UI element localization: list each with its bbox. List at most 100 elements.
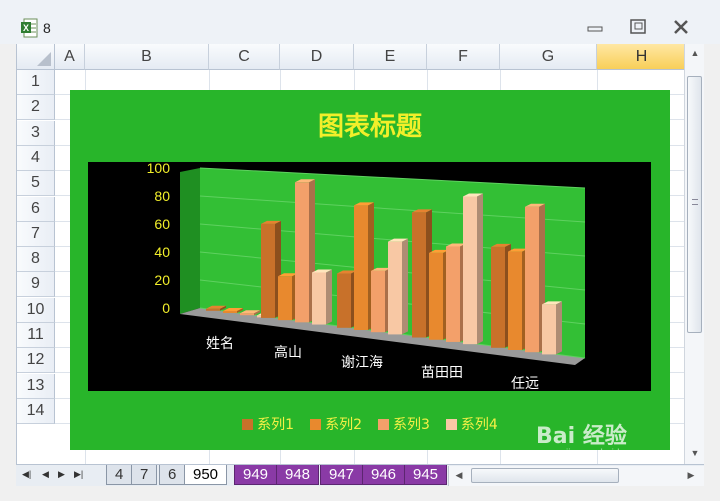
legend-item[interactable]: 系列1 [242,414,294,434]
restore-icon [630,19,646,34]
bar [295,182,309,323]
legend-key [445,418,457,430]
row-header-8[interactable]: 8 [17,247,55,272]
category-label: 谢江海 [341,355,383,371]
title-bar: X 8 [0,0,720,44]
bar [312,272,326,325]
bar-side [326,269,332,325]
bar [388,241,402,335]
last-sheet-icon[interactable]: ▶| [74,469,83,480]
select-all-corner[interactable] [17,44,55,70]
watermark-url: jingyan.baidu.com [566,448,647,459]
bar [491,246,505,348]
column-header-e[interactable]: E [354,44,427,70]
scroll-left-icon[interactable]: ◀ [451,470,467,481]
minimize-button[interactable] [580,16,610,38]
row-header-7[interactable]: 7 [17,222,55,247]
scroll-right-icon[interactable]: ▶ [683,470,699,481]
close-button[interactable] [666,16,696,38]
bar [261,223,275,318]
y-tick-label: 40 [154,244,170,260]
minimize-icon [587,26,603,32]
column-header-f[interactable]: F [427,44,500,70]
bar [429,252,443,340]
scroll-down-icon[interactable]: ▼ [687,448,703,458]
vertical-scrollbar[interactable]: ▲ ▼ [684,44,704,464]
column-header-c[interactable]: C [209,44,280,70]
y-tick-label: 80 [154,188,170,204]
grip-icon [692,199,698,205]
row-header-3[interactable]: 3 [17,121,55,146]
row-header-11[interactable]: 11 [17,323,55,348]
row-header-6[interactable]: 6 [17,197,55,222]
horizontal-scroll-thumb[interactable] [471,468,619,483]
legend-item[interactable]: 系列2 [310,414,362,434]
chart-title[interactable]: 图表标题 [70,106,670,143]
sheet-tab-945[interactable]: 945 [404,465,448,485]
column-header-g[interactable]: G [500,44,597,70]
window-title: 8 [43,20,51,36]
chart-area[interactable]: 图表标题 0 20 40 60 80 100 姓名 高山 谢江海 苗田田 任远 系列1 系列2 系列3 系… [70,90,670,450]
select-all-icon [37,52,51,66]
horizontal-scrollbar[interactable]: ◀ ▶ [448,466,704,486]
vertical-scroll-thumb[interactable] [687,76,702,333]
category-label: 苗田田 [421,365,463,381]
column-header-d[interactable]: D [280,44,354,70]
sheet-tab-947[interactable]: 947 [320,465,364,485]
bar [337,273,351,328]
bar [446,246,460,342]
bar [278,276,292,321]
y-tick-label: 0 [162,300,170,316]
legend-key [242,418,254,430]
sheet-tab-6[interactable]: 6 [159,465,186,485]
legend-label: 系列4 [460,417,498,433]
bar [412,212,426,338]
legend-item[interactable]: 系列4 [445,414,498,434]
bar [354,205,368,330]
row-header-13[interactable]: 13 [17,374,55,399]
row-header-4[interactable]: 4 [17,146,55,171]
legend-label: 系列3 [393,417,430,433]
row-header-9[interactable]: 9 [17,272,55,297]
bar-side [402,238,408,335]
restore-button[interactable] [623,16,653,38]
bar [240,313,254,316]
row-header-10[interactable]: 10 [17,298,55,323]
bar [542,304,556,355]
sheet-tab-7[interactable]: 7 [131,465,158,485]
plot-area[interactable]: 0 20 40 60 80 100 姓名 高山 谢江海 苗田田 任远 [88,162,651,391]
sheet-tab-4[interactable]: 4 [106,465,133,485]
next-sheet-icon[interactable]: ▶ [58,469,65,480]
bar-side [477,193,483,345]
sheet-tab-949[interactable]: 949 [234,465,278,485]
legend-key [310,418,322,430]
column-header-h[interactable]: H [597,44,684,70]
prev-sheet-icon[interactable]: ◀ [42,469,49,480]
sheet-tab-950[interactable]: 950 [184,465,228,485]
column-header-b[interactable]: B [85,44,209,70]
bar [223,310,237,313]
legend-key [378,418,389,430]
sheet-tab-946[interactable]: 946 [362,465,406,485]
bar-side [556,301,562,355]
column-header-a[interactable]: A [55,44,85,70]
scroll-up-icon[interactable]: ▲ [687,48,703,58]
category-label: 任远 [511,376,539,391]
row-header-2[interactable]: 2 [17,95,55,120]
column-chart: 0 20 40 60 80 100 姓名高山谢江海苗田田任远 [147,162,586,391]
y-tick-label: 20 [154,272,170,288]
svg-text:X: X [23,23,29,33]
bar [206,308,220,311]
category-label: 姓名 [206,336,234,352]
category-label: 高山 [274,344,302,361]
sheet-tab-948[interactable]: 948 [276,465,320,485]
row-header-5[interactable]: 5 [17,171,55,196]
row-header-1[interactable]: 1 [17,70,55,95]
first-sheet-icon[interactable]: ◀| [22,469,31,480]
close-icon [674,20,688,34]
legend-item[interactable]: 系列3 [378,414,430,434]
row-header-14[interactable]: 14 [17,399,55,424]
legend-label: 系列1 [257,417,295,433]
row-header-12[interactable]: 12 [17,348,55,373]
legend-label: 系列2 [325,417,362,433]
